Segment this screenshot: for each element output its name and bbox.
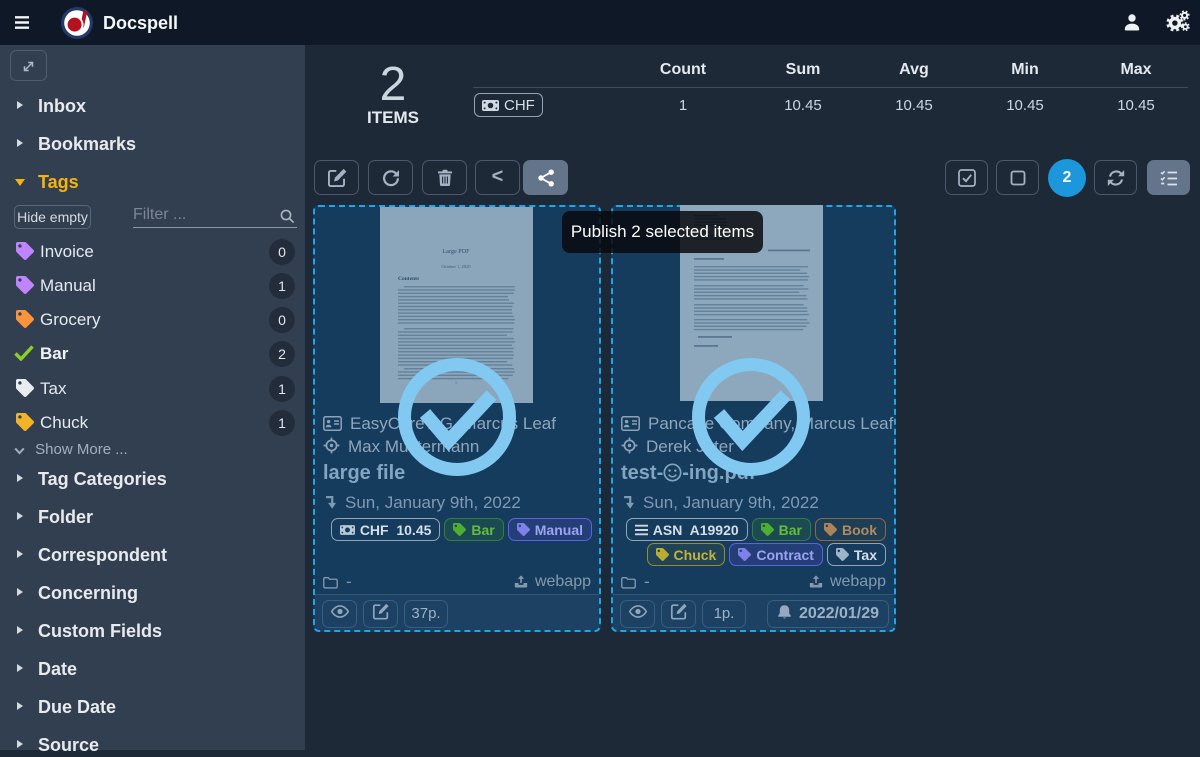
svg-text:Large PDF: Large PDF (442, 248, 470, 255)
svg-text:Contents: Contents (398, 276, 419, 282)
